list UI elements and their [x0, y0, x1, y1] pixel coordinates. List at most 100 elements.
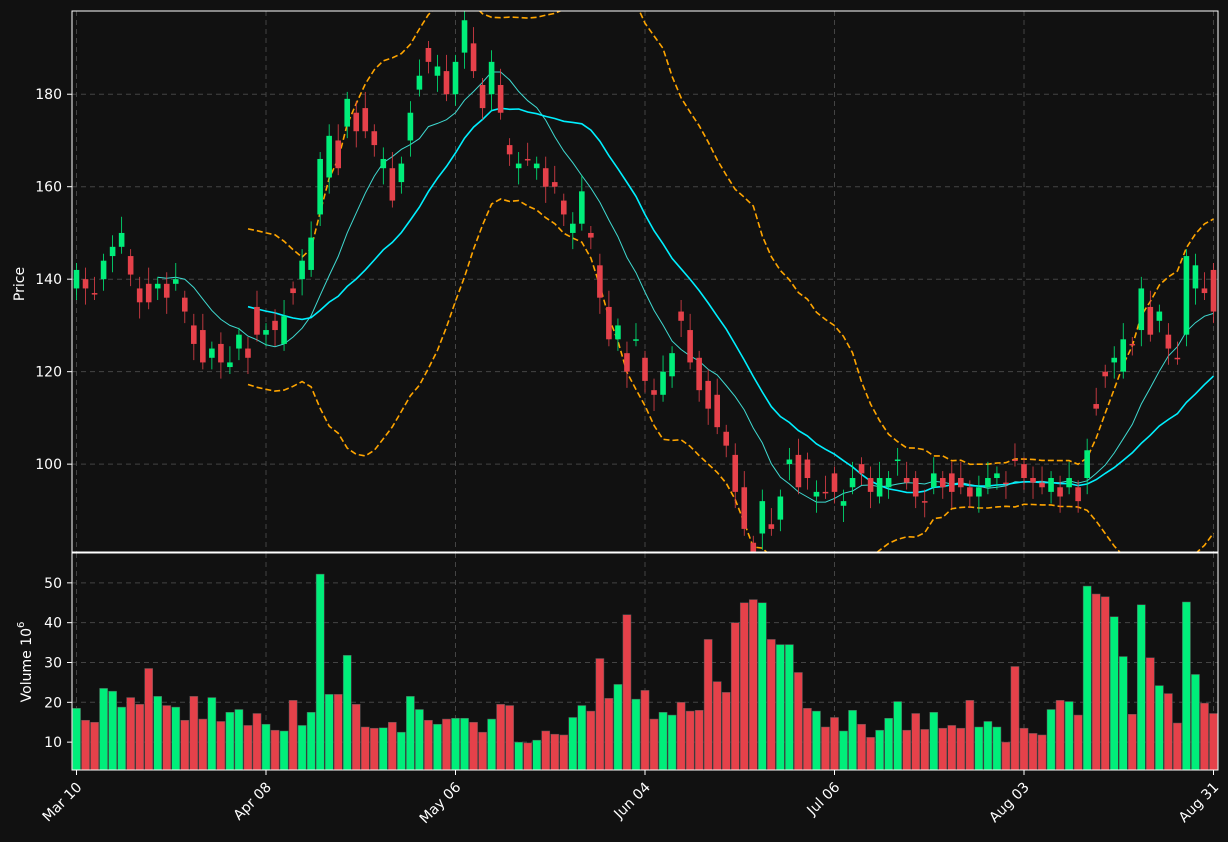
volume-ytick-label: 10 [44, 735, 62, 751]
volume-bar [875, 729, 884, 771]
volume-bar [1100, 596, 1110, 771]
candle-body [136, 288, 143, 303]
stock-chart: 100 120 140 160 180 10 20 30 40 50 Mar 10 Apr 08 May… [12, 10, 1222, 827]
volume-bar [938, 727, 948, 771]
candle-body [615, 325, 621, 340]
candle-body [245, 348, 251, 358]
candle-body [1111, 357, 1118, 363]
volume-bar [685, 710, 695, 771]
volume-bar [920, 729, 930, 771]
volume-bar [983, 721, 993, 771]
volume-bar [1037, 734, 1047, 771]
volume-bar [261, 723, 271, 771]
volume-bar [252, 713, 262, 771]
candle-body [750, 542, 757, 552]
xtick-label: Jul 06 [804, 779, 844, 819]
volume-bar [812, 710, 821, 771]
candle-body [181, 297, 188, 312]
volume-bar [541, 730, 551, 771]
volume-bar [1028, 733, 1038, 771]
candle-body [1066, 478, 1072, 488]
candle-body [82, 279, 89, 289]
candle-body [696, 357, 702, 391]
volume-bar [351, 704, 361, 771]
candle-body [380, 158, 387, 169]
candle-body [434, 66, 441, 76]
volume-bar [757, 602, 767, 771]
volume-bar [947, 725, 957, 771]
candle-body [1102, 371, 1109, 377]
volume-bar [451, 717, 460, 771]
volume-bar [1127, 714, 1137, 771]
candle-body [425, 47, 432, 62]
volume-bar [658, 712, 668, 771]
volume-bar [586, 710, 596, 771]
candle-body [281, 316, 287, 344]
candle-body [732, 454, 739, 492]
volume-bar [406, 696, 415, 771]
candle-body [407, 112, 414, 141]
candle-body [994, 473, 1000, 479]
chart-root: 100 120 140 160 180 10 20 30 40 50 Mar 10 Apr 08 May… [0, 0, 1228, 842]
volume-bar [469, 721, 478, 771]
candle-body [118, 232, 125, 247]
volume-bar [306, 712, 316, 771]
volume-bar [884, 717, 893, 771]
candle-body [930, 473, 937, 488]
candle-body [1039, 482, 1045, 488]
volume-axis-label: Volume 106 [16, 622, 35, 703]
candle-body [849, 478, 856, 488]
volume-bar [1182, 601, 1191, 771]
volume-bar [830, 717, 839, 771]
candle-body [452, 61, 459, 95]
volume-bar [1118, 656, 1128, 771]
candle-body [551, 182, 558, 187]
candle-body [362, 108, 369, 132]
volume-bar [595, 658, 605, 771]
candle-body [840, 501, 847, 506]
volume-bar [640, 690, 650, 771]
volume-bar [857, 723, 866, 771]
volume-bar [821, 726, 830, 771]
candle-body [867, 478, 874, 492]
volume-bar [613, 684, 623, 771]
volume-bar [848, 710, 857, 771]
volume-bar [532, 739, 542, 771]
volume-bar [117, 706, 126, 771]
candle-body [921, 501, 928, 503]
candle-body [822, 491, 829, 494]
candle-body [416, 75, 423, 90]
candle-body [876, 478, 883, 497]
volume-bar [1191, 674, 1200, 771]
candle-body [1129, 343, 1136, 346]
volume-ytick-label: 40 [44, 616, 62, 632]
candle-body [1192, 265, 1199, 289]
volume-bar [1082, 585, 1092, 771]
volume-bar [577, 705, 587, 771]
volume-bar [478, 731, 487, 771]
candle-body [786, 459, 793, 465]
candle-body [669, 353, 675, 377]
candle-body [443, 71, 450, 95]
candle-body [209, 348, 215, 358]
candle-body [560, 200, 567, 215]
candle-body [91, 293, 98, 295]
candle-body [73, 269, 80, 289]
volume-bar [415, 709, 424, 771]
candle-body [579, 191, 585, 224]
candle-body [353, 112, 360, 132]
candle-body [163, 283, 170, 298]
volume-bar [324, 694, 334, 771]
candle-body [515, 163, 522, 169]
volume-bar [288, 700, 298, 771]
volume-bar [90, 721, 99, 771]
candle-body [705, 380, 711, 409]
candle-body [1174, 357, 1181, 360]
volume-bar [1001, 741, 1011, 771]
candle-body [371, 131, 378, 146]
candle-body [172, 279, 179, 284]
volume-bar [153, 696, 163, 771]
volume-bar [559, 734, 569, 771]
volume-ytick-label: 50 [44, 576, 62, 592]
volume-bar [234, 709, 244, 771]
